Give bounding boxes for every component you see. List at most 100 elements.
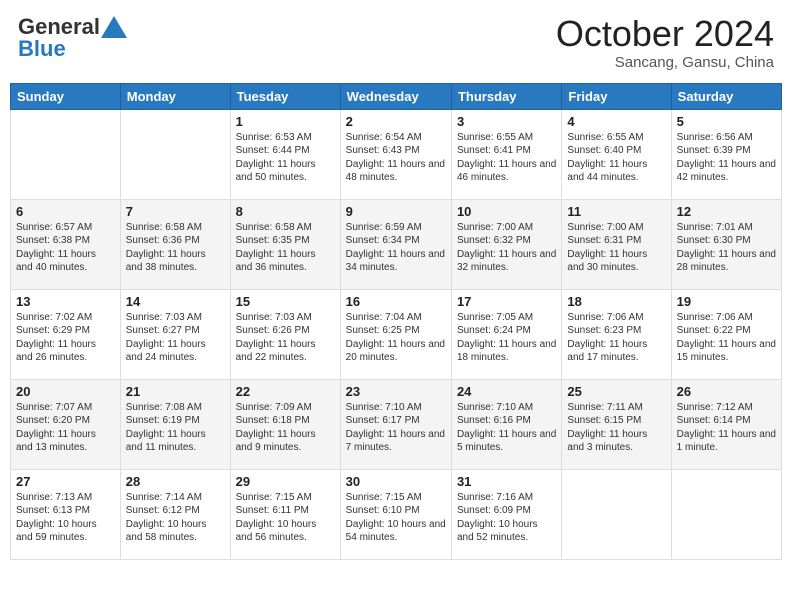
day-number: 4 [567, 114, 665, 129]
day-number: 16 [346, 294, 446, 309]
weekday-header-row: SundayMondayTuesdayWednesdayThursdayFrid… [11, 83, 782, 109]
day-number: 27 [16, 474, 115, 489]
day-number: 7 [126, 204, 225, 219]
calendar-day-cell: 16 Sunrise: 7:04 AMSunset: 6:25 PMDayligh… [340, 289, 451, 379]
day-detail: Sunrise: 7:14 AMSunset: 6:12 PMDaylight:… [126, 491, 225, 545]
day-number: 11 [567, 204, 665, 219]
day-number: 5 [677, 114, 776, 129]
day-detail: Sunrise: 7:13 AMSunset: 6:13 PMDaylight:… [16, 491, 115, 545]
calendar-day-cell: 1Sunrise: 6:53 AMSunset: 6:44 PMDaylight… [230, 109, 340, 199]
day-detail: Sunrise: 7:08 AMSunset: 6:19 PMDaylight:… [126, 401, 225, 455]
logo-icon [101, 16, 127, 38]
day-detail: Sunrise: 6:55 AMSunset: 6:40 PMDaylight:… [567, 131, 665, 185]
calendar-day-cell: 6 Sunrise: 6:57 AMSunset: 6:38 PMDaylight… [11, 199, 121, 289]
day-detail: Sunrise: 7:15 AMSunset: 6:11 PMDaylight:… [236, 491, 335, 545]
day-detail: Sunrise: 7:03 AMSunset: 6:27 PMDaylight:… [126, 311, 225, 365]
logo-blue: Blue [18, 36, 66, 62]
calendar-day-cell [120, 109, 230, 199]
day-number: 21 [126, 384, 225, 399]
day-detail: Sunrise: 7:15 AMSunset: 6:10 PMDaylight:… [346, 491, 446, 545]
calendar-day-cell: 4 Sunrise: 6:55 AMSunset: 6:40 PMDaylight… [562, 109, 671, 199]
calendar-week-row: 1Sunrise: 6:53 AMSunset: 6:44 PMDaylight… [11, 109, 782, 199]
logo: General Blue [18, 14, 128, 62]
day-detail: Sunrise: 7:07 AMSunset: 6:20 PMDaylight:… [16, 401, 115, 455]
day-detail: Sunrise: 7:11 AMSunset: 6:15 PMDaylight:… [567, 401, 665, 455]
day-number: 6 [16, 204, 115, 219]
day-number: 8 [236, 204, 335, 219]
weekday-header-wednesday: Wednesday [340, 83, 451, 109]
calendar-table: SundayMondayTuesdayWednesdayThursdayFrid… [10, 83, 782, 560]
weekday-header-saturday: Saturday [671, 83, 781, 109]
weekday-header-thursday: Thursday [451, 83, 561, 109]
calendar-week-row: 6 Sunrise: 6:57 AMSunset: 6:38 PMDaylight… [11, 199, 782, 289]
day-detail: Sunrise: 6:56 AMSunset: 6:39 PMDaylight:… [677, 131, 776, 185]
day-number: 22 [236, 384, 335, 399]
day-number: 17 [457, 294, 556, 309]
day-number: 31 [457, 474, 556, 489]
calendar-day-cell: 15 Sunrise: 7:03 AMSunset: 6:26 PMDayligh… [230, 289, 340, 379]
calendar-week-row: 13Sunrise: 7:02 AMSunset: 6:29 PMDayligh… [11, 289, 782, 379]
calendar-day-cell: 13Sunrise: 7:02 AMSunset: 6:29 PMDayligh… [11, 289, 121, 379]
day-number: 15 [236, 294, 335, 309]
calendar-day-cell: 2 Sunrise: 6:54 AMSunset: 6:43 PMDaylight… [340, 109, 451, 199]
month-title: October 2024 [556, 14, 774, 54]
calendar-day-cell: 11 Sunrise: 7:00 AMSunset: 6:31 PMDayligh… [562, 199, 671, 289]
day-detail: Sunrise: 7:04 AMSunset: 6:25 PMDaylight:… [346, 311, 446, 365]
calendar-day-cell: 27 Sunrise: 7:13 AMSunset: 6:13 PMDayligh… [11, 469, 121, 559]
weekday-header-tuesday: Tuesday [230, 83, 340, 109]
calendar-week-row: 20Sunrise: 7:07 AMSunset: 6:20 PMDayligh… [11, 379, 782, 469]
calendar-day-cell: 3 Sunrise: 6:55 AMSunset: 6:41 PMDaylight… [451, 109, 561, 199]
day-detail: Sunrise: 6:57 AMSunset: 6:38 PMDaylight:… [16, 221, 115, 275]
day-number: 14 [126, 294, 225, 309]
calendar-day-cell: 5 Sunrise: 6:56 AMSunset: 6:39 PMDaylight… [671, 109, 781, 199]
day-detail: Sunrise: 7:06 AMSunset: 6:22 PMDaylight:… [677, 311, 776, 365]
day-detail: Sunrise: 7:09 AMSunset: 6:18 PMDaylight:… [236, 401, 335, 455]
weekday-header-friday: Friday [562, 83, 671, 109]
calendar-day-cell: 7Sunrise: 6:58 AMSunset: 6:36 PMDaylight… [120, 199, 230, 289]
day-detail: Sunrise: 7:06 AMSunset: 6:23 PMDaylight:… [567, 311, 665, 365]
day-number: 3 [457, 114, 556, 129]
calendar-day-cell: 22 Sunrise: 7:09 AMSunset: 6:18 PMDayligh… [230, 379, 340, 469]
title-area: October 2024 Sancang, Gansu, China [556, 14, 774, 71]
calendar-day-cell: 18 Sunrise: 7:06 AMSunset: 6:23 PMDayligh… [562, 289, 671, 379]
day-number: 2 [346, 114, 446, 129]
day-detail: Sunrise: 7:03 AMSunset: 6:26 PMDaylight:… [236, 311, 335, 365]
day-number: 28 [126, 474, 225, 489]
day-number: 10 [457, 204, 556, 219]
day-detail: Sunrise: 6:53 AMSunset: 6:44 PMDaylight:… [236, 131, 335, 185]
calendar-day-cell: 28 Sunrise: 7:14 AMSunset: 6:12 PMDayligh… [120, 469, 230, 559]
calendar-day-cell: 21 Sunrise: 7:08 AMSunset: 6:19 PMDayligh… [120, 379, 230, 469]
day-detail: Sunrise: 7:10 AMSunset: 6:17 PMDaylight:… [346, 401, 446, 455]
calendar-day-cell: 23Sunrise: 7:10 AMSunset: 6:17 PMDayligh… [340, 379, 451, 469]
calendar-day-cell [11, 109, 121, 199]
calendar-day-cell: 10Sunrise: 7:00 AMSunset: 6:32 PMDayligh… [451, 199, 561, 289]
day-number: 12 [677, 204, 776, 219]
calendar-day-cell: 30 Sunrise: 7:15 AMSunset: 6:10 PMDayligh… [340, 469, 451, 559]
calendar-day-cell: 26Sunrise: 7:12 AMSunset: 6:14 PMDayligh… [671, 379, 781, 469]
weekday-header-monday: Monday [120, 83, 230, 109]
page-header: General Blue October 2024 Sancang, Gansu… [10, 10, 782, 75]
calendar-day-cell: 19Sunrise: 7:06 AMSunset: 6:22 PMDayligh… [671, 289, 781, 379]
day-detail: Sunrise: 7:16 AMSunset: 6:09 PMDaylight:… [457, 491, 556, 545]
calendar-day-cell: 24 Sunrise: 7:10 AMSunset: 6:16 PMDayligh… [451, 379, 561, 469]
day-detail: Sunrise: 7:10 AMSunset: 6:16 PMDaylight:… [457, 401, 556, 455]
day-number: 25 [567, 384, 665, 399]
day-number: 13 [16, 294, 115, 309]
day-detail: Sunrise: 7:01 AMSunset: 6:30 PMDaylight:… [677, 221, 776, 275]
day-number: 30 [346, 474, 446, 489]
day-number: 24 [457, 384, 556, 399]
calendar-day-cell: 14 Sunrise: 7:03 AMSunset: 6:27 PMDayligh… [120, 289, 230, 379]
calendar-day-cell: 17Sunrise: 7:05 AMSunset: 6:24 PMDayligh… [451, 289, 561, 379]
calendar-day-cell: 20Sunrise: 7:07 AMSunset: 6:20 PMDayligh… [11, 379, 121, 469]
day-detail: Sunrise: 6:59 AMSunset: 6:34 PMDaylight:… [346, 221, 446, 275]
calendar-day-cell: 31 Sunrise: 7:16 AMSunset: 6:09 PMDayligh… [451, 469, 561, 559]
weekday-header-sunday: Sunday [11, 83, 121, 109]
day-detail: Sunrise: 7:00 AMSunset: 6:31 PMDaylight:… [567, 221, 665, 275]
calendar-day-cell: 29Sunrise: 7:15 AMSunset: 6:11 PMDayligh… [230, 469, 340, 559]
calendar-day-cell [562, 469, 671, 559]
day-number: 18 [567, 294, 665, 309]
day-detail: Sunrise: 6:55 AMSunset: 6:41 PMDaylight:… [457, 131, 556, 185]
day-detail: Sunrise: 6:54 AMSunset: 6:43 PMDaylight:… [346, 131, 446, 185]
calendar-day-cell: 8Sunrise: 6:58 AMSunset: 6:35 PMDaylight… [230, 199, 340, 289]
calendar-day-cell: 12 Sunrise: 7:01 AMSunset: 6:30 PMDayligh… [671, 199, 781, 289]
